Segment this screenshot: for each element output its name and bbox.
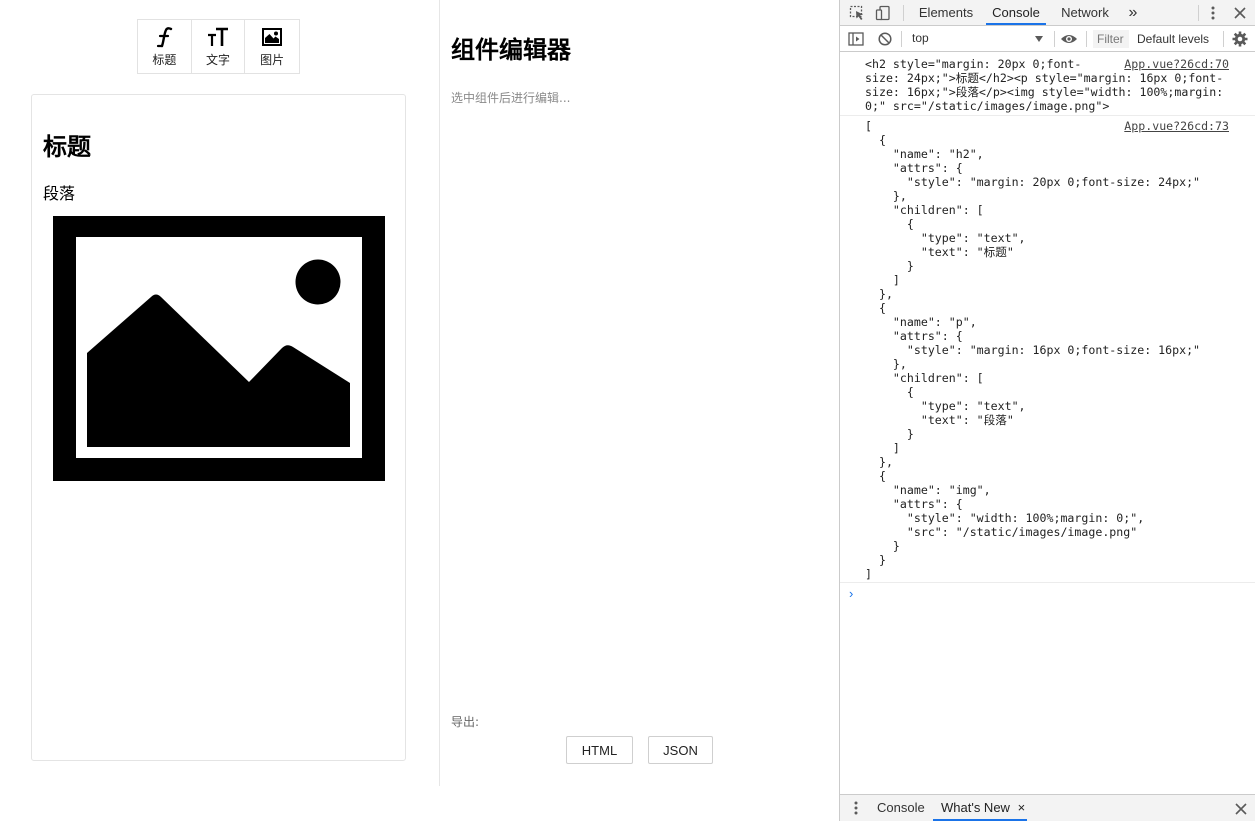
component-toolbar: 标题 文字 图片 <box>137 19 300 74</box>
drawer-tab-whats-new[interactable]: What's New × <box>933 795 1027 821</box>
chevron-down-icon <box>1035 36 1043 42</box>
toolbar-separator <box>903 5 904 21</box>
panel-divider <box>439 0 440 786</box>
tab-console[interactable]: Console <box>986 0 1046 25</box>
editor-hint: 选中组件后进行编辑... <box>451 91 571 105</box>
filter-input[interactable]: Filter <box>1093 30 1129 48</box>
eye-icon[interactable] <box>1059 30 1079 48</box>
export-label: 导出: <box>451 715 480 729</box>
toolbar-separator <box>1054 31 1055 47</box>
italic-f-icon <box>155 26 173 48</box>
preview-image[interactable] <box>53 216 385 481</box>
close-devtools-icon[interactable] <box>1231 4 1249 22</box>
console-toolbar: top Filter Default levels <box>840 26 1255 52</box>
heading-tool-label: 标题 <box>152 52 177 67</box>
device-toolbar-icon[interactable] <box>874 4 892 22</box>
app-area: 标题 文字 图片 标题 段落 组件编辑器 选中组件后进行编辑... 导出: HT… <box>0 0 839 821</box>
export-html-button[interactable]: HTML <box>566 736 633 764</box>
console-message: <h2 style="margin: 20px 0;font- size: 24… <box>840 52 1255 116</box>
toolbar-separator <box>1086 31 1087 47</box>
kebab-menu-icon[interactable] <box>1204 4 1222 22</box>
console-message: [ { "name": "h2", "attrs": { "style": "m… <box>840 116 1255 583</box>
editor-title: 组件编辑器 <box>451 36 571 64</box>
toolbar-separator <box>901 31 902 47</box>
context-select[interactable]: top <box>907 30 1045 48</box>
image-tool-button[interactable]: 图片 <box>245 20 299 73</box>
drawer-tab-whats-new-label: What's New <box>941 800 1010 815</box>
log-levels-select[interactable]: Default levels <box>1137 30 1209 48</box>
mobile-preview-canvas: 标题 段落 <box>31 94 406 761</box>
close-tab-icon[interactable]: × <box>1018 800 1026 815</box>
tab-elements[interactable]: Elements <box>912 0 980 25</box>
more-tabs-icon[interactable]: » <box>1122 0 1144 25</box>
export-json-button[interactable]: JSON <box>648 736 713 764</box>
drawer-menu-icon[interactable] <box>848 800 864 816</box>
toolbar-separator <box>1223 31 1224 47</box>
text-size-icon <box>207 26 229 48</box>
console-message-text: [ { "name": "h2", "attrs": { "style": "m… <box>865 119 1201 581</box>
drawer-tab-console[interactable]: Console <box>877 795 925 821</box>
tab-network[interactable]: Network <box>1054 0 1116 25</box>
preview-heading[interactable]: 标题 <box>43 127 91 162</box>
inspect-element-icon[interactable] <box>848 4 866 22</box>
context-value: top <box>912 31 929 45</box>
console-prompt[interactable]: › <box>849 586 853 601</box>
drawer-tabbar: Console What's New × <box>840 794 1255 821</box>
toolbar-separator <box>1198 5 1199 21</box>
close-drawer-icon[interactable] <box>1233 801 1249 817</box>
gear-icon[interactable] <box>1231 30 1249 48</box>
sidebar-toggle-icon[interactable] <box>847 30 865 48</box>
devtools-panel: Elements Console Network » top Filter De… <box>839 0 1255 821</box>
source-link[interactable]: App.vue?26cd:70 <box>1124 57 1229 71</box>
image-icon <box>262 26 283 48</box>
preview-paragraph[interactable]: 段落 <box>43 180 75 204</box>
text-tool-button[interactable]: 文字 <box>192 20 246 73</box>
source-link[interactable]: App.vue?26cd:73 <box>1124 119 1229 133</box>
devtools-tabbar: Elements Console Network » <box>840 0 1255 26</box>
heading-tool-button[interactable]: 标题 <box>138 20 192 73</box>
clear-console-icon[interactable] <box>876 30 894 48</box>
image-tool-label: 图片 <box>260 52 285 67</box>
text-tool-label: 文字 <box>206 52 231 67</box>
